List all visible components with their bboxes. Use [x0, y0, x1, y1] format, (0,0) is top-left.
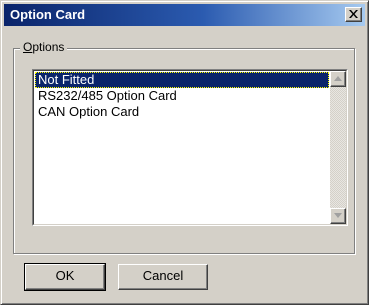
option-card-dialog: Option Card Options Not Fitted RS232/485… — [0, 0, 369, 305]
options-label-rest: ptions — [32, 40, 65, 54]
listbox-frame: Not Fitted RS232/485 Option Card CAN Opt… — [33, 70, 347, 225]
ok-button[interactable]: OK — [24, 263, 106, 291]
vertical-scrollbar[interactable] — [330, 71, 346, 224]
scroll-down-button[interactable] — [330, 208, 346, 224]
close-icon — [349, 10, 358, 18]
list-item-not-fitted[interactable]: Not Fitted — [35, 72, 329, 88]
scroll-up-button[interactable] — [330, 71, 346, 87]
options-label-mnemonic: O — [23, 40, 33, 54]
window-title: Option Card — [10, 7, 86, 22]
options-group-label: Options — [20, 40, 68, 54]
arrow-down-icon — [334, 213, 342, 218]
cancel-button[interactable]: Cancel — [118, 264, 208, 290]
arrow-up-icon — [334, 76, 342, 81]
title-bar[interactable]: Option Card — [4, 4, 365, 26]
listbox-items: Not Fitted RS232/485 Option Card CAN Opt… — [35, 72, 329, 120]
list-item-can[interactable]: CAN Option Card — [35, 104, 329, 120]
close-button[interactable] — [345, 7, 362, 22]
options-listbox[interactable]: Not Fitted RS232/485 Option Card CAN Opt… — [32, 69, 348, 226]
list-item-rs232-485[interactable]: RS232/485 Option Card — [35, 88, 329, 104]
